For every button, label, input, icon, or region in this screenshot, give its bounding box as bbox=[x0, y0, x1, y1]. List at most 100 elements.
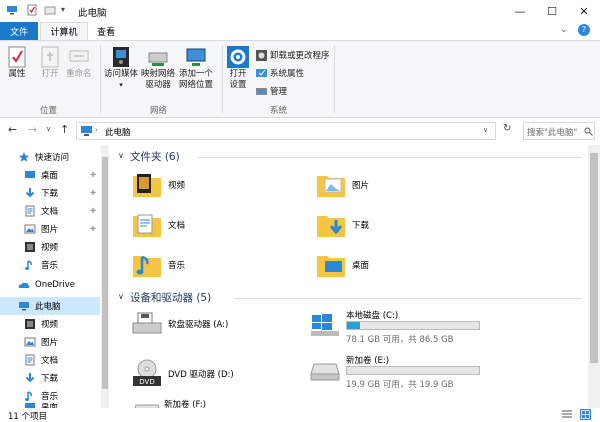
properties-icon[interactable] bbox=[26, 4, 38, 16]
drive-usage-bar bbox=[346, 321, 480, 330]
back-arrow-icon[interactable]: ← bbox=[8, 123, 17, 136]
nav-pictures[interactable]: 图片 ✚ bbox=[0, 220, 100, 238]
manage-button[interactable]: 管理 bbox=[256, 85, 287, 97]
tab-file[interactable]: 文件 bbox=[0, 22, 38, 40]
refresh-icon[interactable]: ↻ bbox=[503, 123, 511, 134]
nav-label: 文档 bbox=[41, 207, 59, 217]
add-location-label-2: 网络位置 bbox=[179, 80, 214, 90]
nav-label: 桌面 bbox=[41, 171, 59, 181]
add-network-location-button[interactable]: 添加一个 网络位置 bbox=[179, 45, 213, 91]
group-divider bbox=[234, 298, 582, 299]
dvd-drive-icon: DVD bbox=[133, 359, 161, 386]
computer-icon bbox=[81, 126, 92, 136]
nav-pc-documents[interactable]: 文档 bbox=[0, 351, 100, 369]
desktop-icon bbox=[25, 171, 35, 178]
content-pane: ∨ 文件夹 (6) 视频 图片 文档 下载 音乐 桌面 ∨ 设备和驱动器 (5)… bbox=[110, 145, 588, 408]
network-location-icon bbox=[186, 48, 206, 66]
folders-group-header[interactable]: 文件夹 (6) bbox=[130, 149, 180, 164]
tab-computer[interactable]: 计算机 bbox=[40, 22, 88, 40]
drive-item[interactable]: DVD DVD 驱动器 (D:) bbox=[132, 359, 234, 389]
folder-item[interactable]: 下载 bbox=[316, 211, 369, 239]
nav-label: 图片 bbox=[41, 225, 59, 235]
details-view-icon[interactable] bbox=[562, 410, 572, 420]
access-media-button[interactable]: 访问媒体 ▾ bbox=[104, 45, 138, 91]
nav-onedrive[interactable]: OneDrive bbox=[0, 276, 100, 294]
folder-item[interactable]: 视频 bbox=[132, 171, 185, 199]
breadcrumb[interactable]: 此电脑 bbox=[105, 126, 131, 138]
drive-free-space: 78.1 GB 可用，共 86.5 GB bbox=[346, 335, 454, 345]
status-bar: 11 个项目 bbox=[0, 408, 600, 422]
search-icon bbox=[584, 127, 593, 136]
maximize-button[interactable]: ☐ bbox=[536, 0, 568, 22]
nav-videos[interactable]: 视频 bbox=[0, 238, 100, 256]
group-label-system: 系统 bbox=[270, 106, 288, 116]
nav-pc-downloads[interactable]: 下载 bbox=[0, 369, 100, 387]
uninstall-icon bbox=[256, 49, 267, 61]
forward-arrow-icon[interactable]: → bbox=[28, 123, 37, 136]
large-icons-view-icon[interactable] bbox=[580, 409, 591, 420]
rename-label: 重命名 bbox=[66, 69, 92, 79]
open-settings-button[interactable]: 打开 设置 bbox=[226, 45, 250, 91]
help-icon[interactable]: ? bbox=[578, 24, 590, 36]
picture-icon bbox=[24, 224, 36, 234]
star-icon bbox=[19, 152, 29, 162]
nav-documents[interactable]: 文档 ✚ bbox=[0, 202, 100, 220]
nav-downloads[interactable]: 下载 ✚ bbox=[0, 184, 100, 202]
tab-view[interactable]: 查看 bbox=[90, 22, 122, 40]
folder-item[interactable]: 桌面 bbox=[316, 251, 369, 279]
group-label-network: 网络 bbox=[150, 106, 168, 116]
nav-pc-pictures[interactable]: 图片 bbox=[0, 333, 100, 351]
pin-icon[interactable]: ✚ bbox=[90, 207, 96, 215]
system-properties-button[interactable]: 系统属性 bbox=[256, 67, 304, 79]
nav-quick-access[interactable]: 快速访问 bbox=[0, 148, 100, 166]
folder-item[interactable]: 图片 bbox=[316, 171, 369, 199]
close-button[interactable]: ✕ bbox=[568, 0, 600, 22]
nav-music[interactable]: 音乐 bbox=[0, 256, 100, 274]
title-bar: ▾ 此电脑 — ☐ ✕ bbox=[0, 0, 600, 22]
gear-icon bbox=[227, 46, 249, 68]
nav-desktop[interactable]: 桌面 ✚ bbox=[0, 166, 100, 184]
search-input[interactable]: 搜索"此电脑" bbox=[523, 122, 595, 140]
ribbon-collapse-icon[interactable]: ⌄ bbox=[560, 25, 568, 35]
nav-pc-videos[interactable]: 视频 bbox=[0, 315, 100, 333]
minimize-button[interactable]: — bbox=[504, 0, 536, 22]
address-dropdown-icon[interactable]: ∨ bbox=[483, 126, 488, 134]
content-scrollbar-thumb[interactable] bbox=[590, 153, 598, 363]
open-settings-label-1: 打开 bbox=[229, 69, 247, 79]
drive-item[interactable]: 软盘驱动器 (A:) bbox=[132, 311, 228, 337]
rename-button[interactable]: 重命名 bbox=[66, 45, 92, 80]
folder-item[interactable]: 文档 bbox=[132, 211, 185, 239]
drive-usage-bar bbox=[346, 366, 480, 375]
up-arrow-icon[interactable]: ↑ bbox=[60, 123, 69, 136]
pin-icon[interactable]: ✚ bbox=[90, 225, 96, 233]
nav-scrollbar-thumb[interactable] bbox=[102, 157, 108, 389]
search-placeholder: 搜索"此电脑" bbox=[527, 128, 578, 138]
drives-group-header[interactable]: 设备和驱动器 (5) bbox=[130, 290, 211, 305]
map-drive-button[interactable]: 映射网络 驱动器 bbox=[141, 45, 175, 91]
pin-icon[interactable]: ✚ bbox=[90, 189, 96, 197]
picture-icon bbox=[24, 337, 36, 347]
collapse-chevron-icon[interactable]: ∨ bbox=[118, 151, 124, 160]
group-divider bbox=[198, 157, 582, 158]
recent-locations-icon[interactable]: ∨ bbox=[46, 125, 51, 133]
new-folder-icon[interactable] bbox=[44, 4, 56, 16]
uninstall-program-button[interactable]: 卸载或更改程序 bbox=[256, 49, 330, 61]
map-drive-label-1: 映射网络 bbox=[141, 69, 176, 79]
ribbon-tabs: 文件 计算机 查看 ⌄ ? bbox=[0, 22, 600, 40]
folder-item[interactable]: 音乐 bbox=[132, 251, 185, 279]
quick-access-dropdown-icon[interactable]: ▾ bbox=[61, 5, 65, 14]
music-icon bbox=[25, 391, 32, 401]
collapse-chevron-icon[interactable]: ∨ bbox=[118, 292, 124, 301]
open-label: 打开 bbox=[41, 69, 59, 79]
manage-label: 管理 bbox=[270, 87, 288, 97]
nav-this-pc[interactable]: 此电脑 bbox=[0, 297, 100, 315]
nav-label: 下载 bbox=[41, 189, 59, 199]
pin-icon[interactable]: ✚ bbox=[90, 171, 96, 179]
address-bar[interactable]: › 此电脑 ∨ bbox=[76, 122, 496, 140]
svg-text:DVD: DVD bbox=[139, 378, 154, 386]
open-button[interactable]: 打开 bbox=[39, 45, 61, 80]
breadcrumb-separator-icon[interactable]: › bbox=[95, 126, 98, 134]
computer-icon[interactable] bbox=[6, 4, 18, 16]
computer-icon bbox=[19, 302, 29, 311]
properties-button[interactable]: 属性 bbox=[6, 45, 28, 80]
